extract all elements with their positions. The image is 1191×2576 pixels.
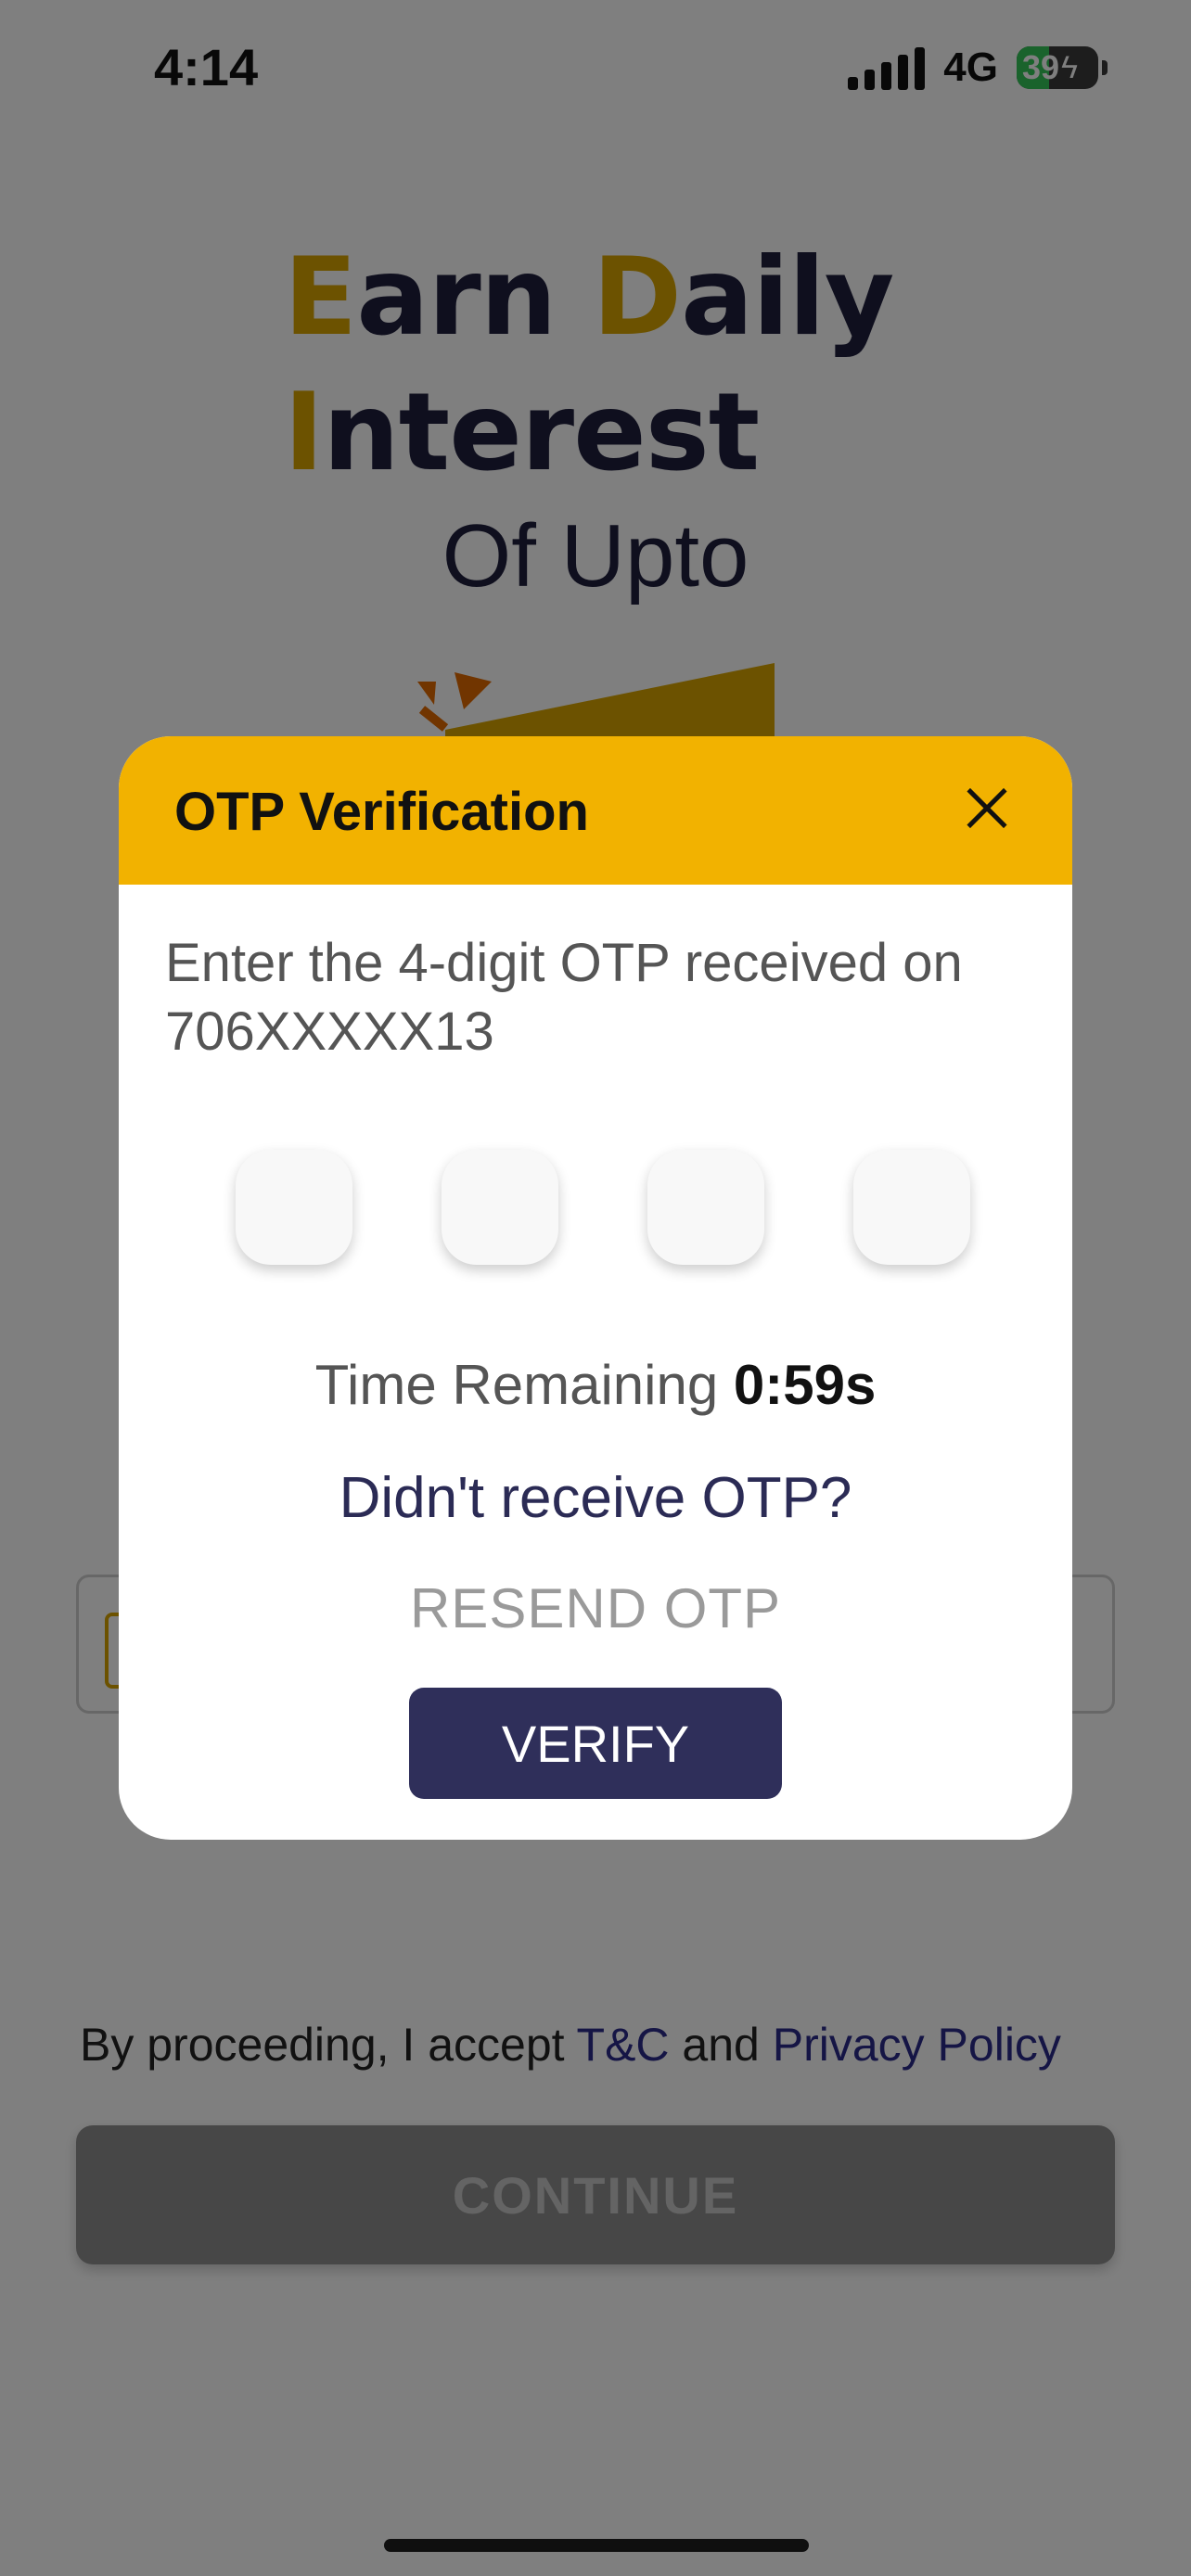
verify-button[interactable]: VERIFY — [409, 1688, 782, 1799]
otp-digit-3[interactable] — [647, 1150, 764, 1265]
otp-digit-1[interactable] — [236, 1150, 352, 1265]
time-remaining: Time Remaining 0:59s — [314, 1354, 877, 1416]
home-indicator — [384, 2539, 809, 2552]
app-screen: 4:14 4G 39 ϟ Earn Daily Interest Of Upto… — [0, 0, 1191, 2576]
modal-title: OTP Verification — [174, 782, 589, 842]
modal-header: OTP Verification — [119, 736, 1072, 885]
didnt-receive-text: Didn't receive OTP? — [339, 1466, 852, 1530]
otp-modal: OTP Verification Enter the 4-digit OTP r… — [119, 736, 1072, 1840]
otp-digit-4[interactable] — [853, 1150, 970, 1265]
close-icon[interactable] — [954, 775, 1020, 842]
resend-otp-button[interactable]: RESEND OTP — [119, 1576, 1072, 1640]
otp-instruction: Enter the 4-digit OTP received on 706XXX… — [165, 933, 963, 1062]
otp-digit-2[interactable] — [442, 1150, 558, 1265]
countdown-value: 0:59s — [733, 1354, 877, 1416]
otp-input-row — [236, 1150, 970, 1265]
